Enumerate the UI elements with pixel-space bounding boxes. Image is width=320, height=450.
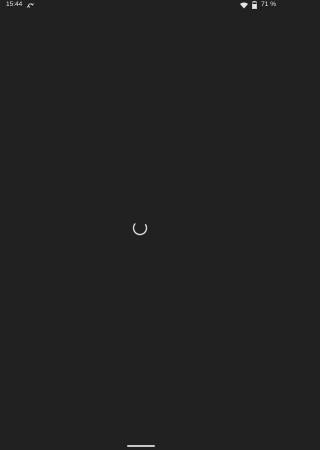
battery-percent: 71 % [261,1,276,8]
status-time: 15:44 [6,1,23,8]
wifi-icon [240,2,249,9]
status-right: 71 % [240,0,276,10]
loading-spinner-icon [132,220,148,236]
status-left: 15:44 [6,0,35,10]
gesture-handle-icon[interactable] [127,445,155,447]
rotate-icon [26,2,35,9]
screen: 15:44 71 % [0,0,282,450]
battery-icon [251,1,258,10]
status-bar: 15:44 71 % [0,0,282,10]
loading-spinner [131,219,149,237]
